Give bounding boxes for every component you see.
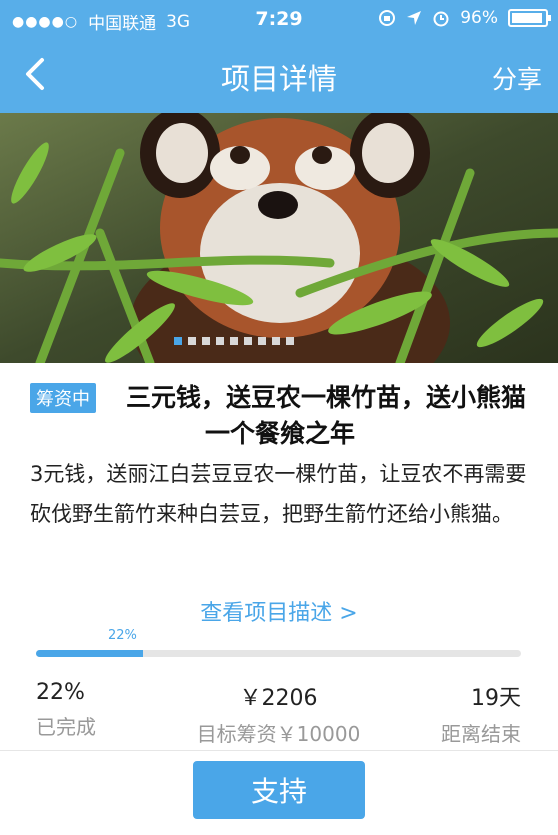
- status-badge: 筹资中: [30, 383, 96, 413]
- battery-percent: 96%: [460, 8, 498, 28]
- pager-dot[interactable]: [216, 337, 224, 345]
- remaining-label: 距离结束: [441, 722, 521, 746]
- page-title: 项目详情: [220, 62, 337, 96]
- location-icon: [407, 11, 422, 25]
- project-title: 三元钱，送豆农一棵竹苗，送小熊猫一个餐飨之年: [125, 383, 526, 448]
- pager-dot[interactable]: [174, 337, 182, 345]
- pager-dot[interactable]: [230, 337, 238, 345]
- remaining-value: 19天: [471, 686, 521, 711]
- support-button[interactable]: 支持: [193, 761, 365, 819]
- progress-fill: [36, 650, 143, 657]
- pager-dot[interactable]: [286, 337, 294, 345]
- pager-dot[interactable]: [272, 337, 280, 345]
- pager-dot[interactable]: [188, 337, 196, 345]
- progress-percent-label: 22%: [108, 628, 137, 643]
- project-summary: 筹资中 三元钱，送豆农一棵竹苗，送小熊猫一个餐飨之年 3元钱，送丽江白芸豆豆农一…: [30, 380, 530, 534]
- divider: [0, 750, 558, 751]
- project-banner-image[interactable]: [0, 113, 558, 363]
- rotation-lock-icon: [379, 10, 396, 26]
- header: ●●●●○ 中国联通 3G 7:29 96% 项目详情 分享: [0, 0, 558, 113]
- pager-dot[interactable]: [258, 337, 266, 345]
- project-description: 3元钱，送丽江白芸豆豆农一棵竹苗，让豆农不再需要砍伐野生箭竹来种白芸豆，把野生箭…: [30, 462, 527, 526]
- pager-dot[interactable]: [244, 337, 252, 345]
- stat-remaining: 19天 距离结束: [441, 680, 521, 747]
- alarm-icon: [433, 11, 449, 27]
- pager-dot[interactable]: [202, 337, 210, 345]
- status-bar: ●●●●○ 中国联通 3G 7:29 96%: [0, 0, 558, 40]
- battery-icon: [508, 9, 551, 27]
- progress-bar: [36, 650, 521, 657]
- funding-stats: 22% 已完成 ￥2206 目标筹资￥10000 19天 距离结束: [36, 680, 521, 746]
- view-description-link[interactable]: 查看项目描述 >: [0, 595, 558, 627]
- share-button[interactable]: 分享: [492, 60, 542, 96]
- banner-pager: [0, 337, 558, 345]
- red-panda-photo: [0, 113, 558, 363]
